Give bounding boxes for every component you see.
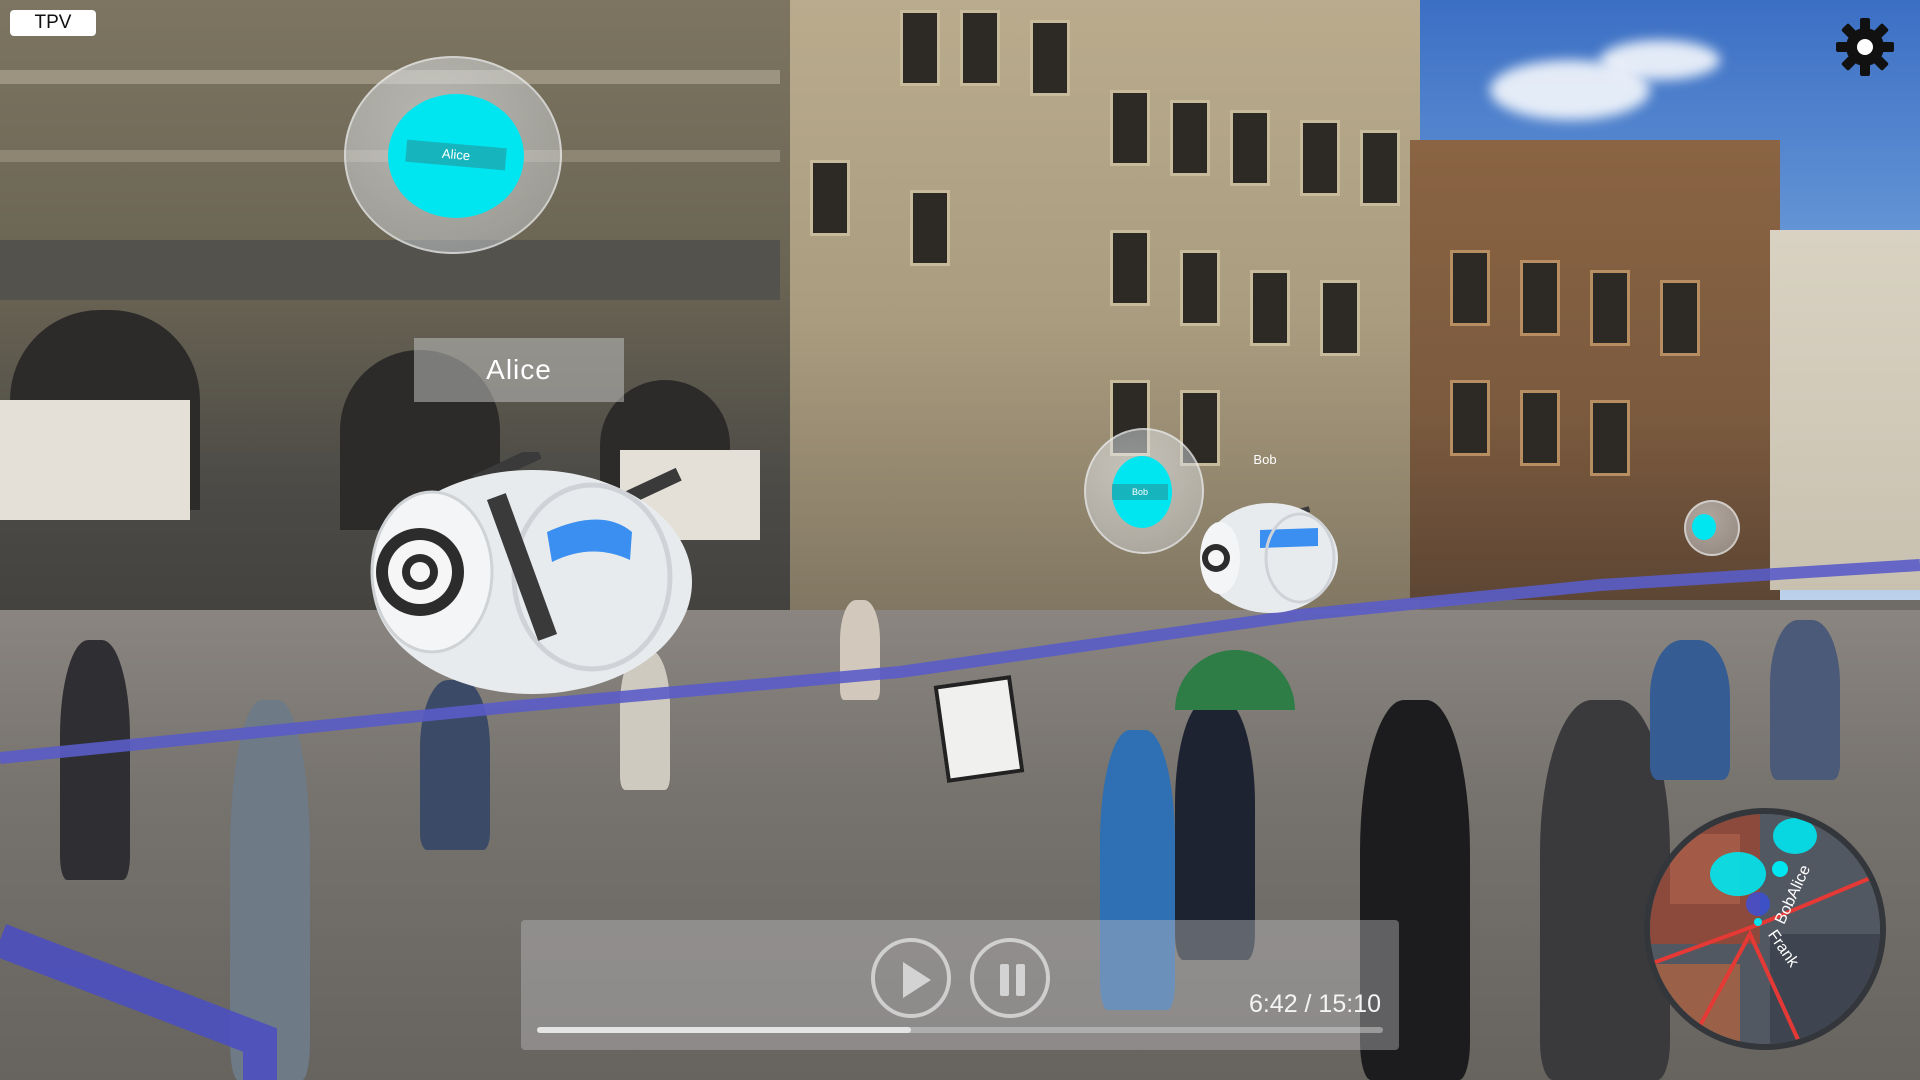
robot-avatar-alice[interactable]	[362, 445, 712, 702]
play-button[interactable]	[871, 938, 951, 1018]
minimap-map	[1650, 814, 1880, 1044]
avatar-bubble-far[interactable]	[1684, 500, 1740, 556]
pause-button[interactable]	[970, 938, 1050, 1018]
playback-time: 6:42 / 15:10	[1248, 990, 1381, 1018]
avatar-bubble-label: Bob	[1112, 484, 1168, 500]
minimap[interactable]: BobAlice Frank	[1644, 808, 1886, 1050]
avatar-bubble-alice[interactable]: Alice	[344, 56, 562, 254]
progress-fill	[537, 1027, 911, 1033]
progress-track[interactable]	[537, 1027, 1383, 1033]
gear-icon[interactable]	[1832, 14, 1898, 80]
avatar-core	[1692, 514, 1716, 540]
name-label-alice: Alice	[414, 338, 624, 402]
robot-avatar-bob[interactable]	[1200, 498, 1350, 618]
navigation-path	[0, 559, 1920, 1080]
video-controls: 6:42 / 15:10	[521, 920, 1399, 1050]
street-video-scene	[0, 0, 1920, 1080]
play-icon	[903, 962, 931, 998]
name-label-bob: Bob	[1253, 452, 1277, 467]
avatar-bubble-bob[interactable]: Bob	[1084, 428, 1204, 554]
view-mode-label[interactable]: TPV	[10, 10, 96, 36]
